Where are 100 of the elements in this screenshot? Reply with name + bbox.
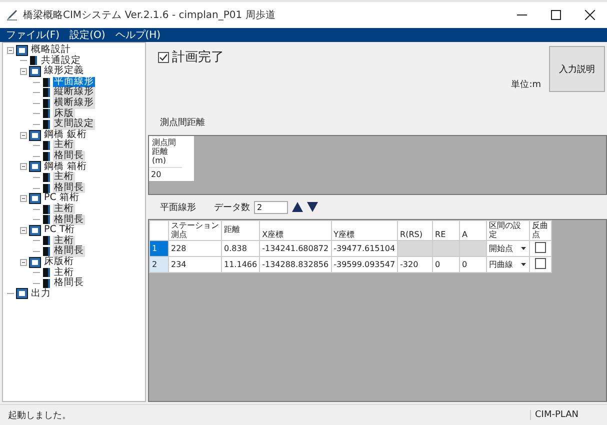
book-icon — [42, 204, 51, 215]
triangle-up-icon — [292, 202, 303, 212]
reverse-curve-checkbox[interactable] — [535, 242, 546, 253]
up-button[interactable] — [292, 202, 303, 212]
column-header: 区間の設定 — [489, 222, 522, 239]
table-cell[interactable]: -39477.615104 — [331, 240, 398, 256]
reverse-curve-checkbox[interactable] — [535, 258, 546, 269]
section-title: 平面線形 — [160, 202, 196, 214]
tree-item[interactable]: 床版桁 — [43, 256, 75, 268]
tree-item[interactable]: 床版 — [53, 108, 75, 120]
book-icon — [42, 150, 51, 162]
tree-item[interactable]: 格間長 — [53, 150, 85, 162]
tree-item[interactable]: 線形定義 — [43, 66, 85, 77]
tree-item[interactable]: 縦断線形 — [53, 87, 95, 98]
caret-icon — [521, 263, 526, 266]
triangle-down-icon — [307, 202, 318, 212]
tree-item[interactable]: 格間長 — [53, 182, 85, 194]
tree-item[interactable]: 鋼橋 箱桁 — [43, 162, 88, 172]
unit-label: 単位:m — [511, 78, 541, 91]
collapse-icon[interactable] — [20, 163, 27, 170]
column-header: RE — [435, 230, 446, 238]
tree-item[interactable]: 支間設定 — [53, 119, 95, 130]
tree-item[interactable]: 共通設定 — [40, 56, 82, 66]
folder-icon — [29, 66, 41, 77]
folder-icon — [29, 130, 41, 141]
book-icon — [42, 87, 51, 98]
count-label: データ数 — [214, 202, 250, 214]
book-icon — [42, 267, 51, 278]
collapse-icon[interactable] — [20, 226, 27, 234]
table-cell[interactable] — [460, 240, 487, 256]
table-cell[interactable]: 0 — [460, 256, 487, 272]
collapse-icon[interactable] — [20, 132, 27, 139]
help-button[interactable]: 入力説明 — [549, 46, 605, 92]
table-cell[interactable] — [432, 240, 460, 256]
table-cell[interactable]: 0 — [432, 256, 460, 272]
column-header: 反曲点 — [532, 222, 550, 239]
menu-item[interactable]: 設定(O) — [70, 28, 106, 42]
column-header: R(RS) — [400, 230, 422, 238]
table-cell[interactable]: -320 — [398, 256, 433, 272]
tree-item[interactable]: 格間長 — [53, 246, 85, 257]
folder-icon — [16, 44, 28, 56]
menu-item[interactable]: ファイル(F) — [6, 28, 60, 42]
table-cell[interactable]: -134241.680872 — [260, 240, 332, 256]
book-icon — [42, 246, 51, 258]
tree-item[interactable]: 主桁 — [53, 204, 75, 214]
down-button[interactable] — [307, 202, 318, 212]
folder-icon — [29, 161, 41, 172]
table-cell[interactable] — [398, 240, 433, 256]
tree-item[interactable]: 主桁 — [53, 268, 75, 278]
table-cell[interactable]: -134288.832856 — [260, 256, 332, 272]
check-icon — [159, 52, 168, 62]
column-header: A — [462, 230, 468, 238]
plan-complete-checkbox[interactable]: 計画完了 — [158, 48, 549, 66]
tree-item[interactable]: 格間長 — [53, 278, 85, 289]
book-icon — [29, 55, 38, 66]
folder-icon — [29, 256, 41, 268]
column-header: ステーション測点 — [171, 222, 219, 239]
pen-icon — [6, 9, 18, 21]
tree-item[interactable]: 主桁 — [53, 172, 75, 183]
tree-item[interactable]: 格間長 — [53, 214, 85, 226]
table-cell[interactable]: -39599.093547 — [331, 256, 398, 272]
book-icon — [42, 278, 51, 289]
row-header[interactable]: 2 — [150, 256, 168, 272]
book-icon — [42, 235, 51, 246]
collapse-icon[interactable] — [20, 195, 27, 202]
status-app-name: CIM-PLAN — [530, 410, 607, 420]
column-header: 測点間距離(m) — [149, 136, 182, 168]
collapse-icon[interactable] — [7, 46, 14, 54]
tree-item[interactable]: 主桁 — [53, 140, 75, 151]
table-cell[interactable]: 0.838 — [222, 240, 260, 256]
book-icon — [42, 140, 51, 152]
book-icon — [42, 214, 51, 226]
collapse-icon[interactable] — [20, 68, 27, 75]
column-header: X座標 — [262, 230, 284, 238]
column-header: Y座標 — [334, 230, 354, 238]
maximize-icon[interactable] — [551, 10, 561, 20]
book-icon — [42, 118, 51, 130]
collapse-icon[interactable] — [20, 258, 27, 266]
tree-item[interactable]: 概略設計 — [30, 45, 72, 56]
folder-icon — [16, 288, 28, 300]
tree-item[interactable]: 鋼橋 鈑桁 — [43, 130, 88, 140]
window-title: 橋梁概略CIMシステム Ver.2.1.6 - cimplan_P01 周歩道 — [23, 8, 276, 22]
tree-item[interactable]: 出力 — [30, 288, 52, 300]
close-icon[interactable] — [585, 10, 595, 20]
table-cell[interactable]: 234 — [168, 256, 222, 272]
status-message: 起動しました。 — [7, 410, 72, 422]
tree-item[interactable]: PC 箱桁 — [43, 193, 80, 204]
book-icon — [42, 108, 51, 120]
tree-item[interactable]: PC T桁 — [43, 225, 76, 236]
tree-item[interactable]: 主桁 — [53, 236, 75, 246]
table-cell[interactable]: 20 — [149, 168, 194, 181]
book-icon — [42, 182, 51, 194]
folder-icon — [29, 224, 41, 236]
menu-item[interactable]: ヘルプ(H) — [115, 28, 161, 42]
table-cell[interactable]: 11.1466 — [222, 256, 260, 272]
count-field[interactable]: 2 — [254, 200, 288, 214]
tree-item[interactable]: 横断線形 — [53, 98, 95, 109]
book-icon — [42, 172, 51, 183]
row-header[interactable]: 1 — [150, 240, 168, 256]
table-cell[interactable]: 228 — [168, 240, 222, 256]
